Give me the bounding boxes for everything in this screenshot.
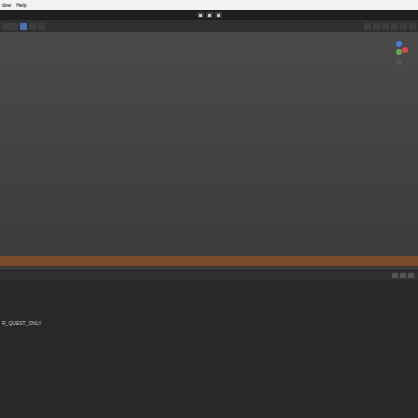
shading-icon[interactable] bbox=[364, 23, 371, 30]
menu-item[interactable]: Help bbox=[16, 3, 26, 8]
top-bar bbox=[0, 10, 418, 20]
transport-icon bbox=[199, 14, 202, 17]
transport-button[interactable] bbox=[215, 12, 222, 18]
shading-icon[interactable] bbox=[382, 23, 389, 30]
transport-button[interactable] bbox=[206, 12, 213, 18]
menu-item[interactable]: dow bbox=[2, 3, 11, 8]
transport-button[interactable] bbox=[197, 12, 204, 18]
timeline-icon[interactable] bbox=[408, 273, 414, 278]
timeline-icon[interactable] bbox=[400, 273, 406, 278]
timeline-header bbox=[0, 270, 418, 280]
navigation-gizmo-icon[interactable] bbox=[388, 38, 410, 68]
outliner-item[interactable]: R_QUEST_ONLY bbox=[2, 320, 418, 327]
viewport[interactable] bbox=[0, 32, 418, 270]
shading-icon[interactable] bbox=[391, 23, 398, 30]
shelf bbox=[0, 256, 418, 266]
shading-icon[interactable] bbox=[400, 23, 407, 30]
shading-icon[interactable] bbox=[373, 23, 380, 30]
transport-icon bbox=[217, 14, 220, 17]
shading-icon[interactable] bbox=[409, 23, 416, 30]
menu-bar: dow Help bbox=[0, 0, 418, 10]
viewport-render bbox=[0, 218, 418, 270]
timeline-icon[interactable] bbox=[392, 273, 398, 278]
mode-dropdown[interactable] bbox=[2, 23, 18, 30]
tool-icon[interactable] bbox=[29, 23, 36, 30]
blender-window: dow Help R_QUEST_ONLY bbox=[0, 0, 418, 418]
viewport-toolbar bbox=[0, 20, 418, 32]
transport-icon bbox=[208, 14, 211, 17]
select-icon[interactable] bbox=[20, 23, 27, 30]
tool-icon[interactable] bbox=[38, 23, 45, 30]
outliner-panel: R_QUEST_ONLY bbox=[0, 280, 418, 418]
